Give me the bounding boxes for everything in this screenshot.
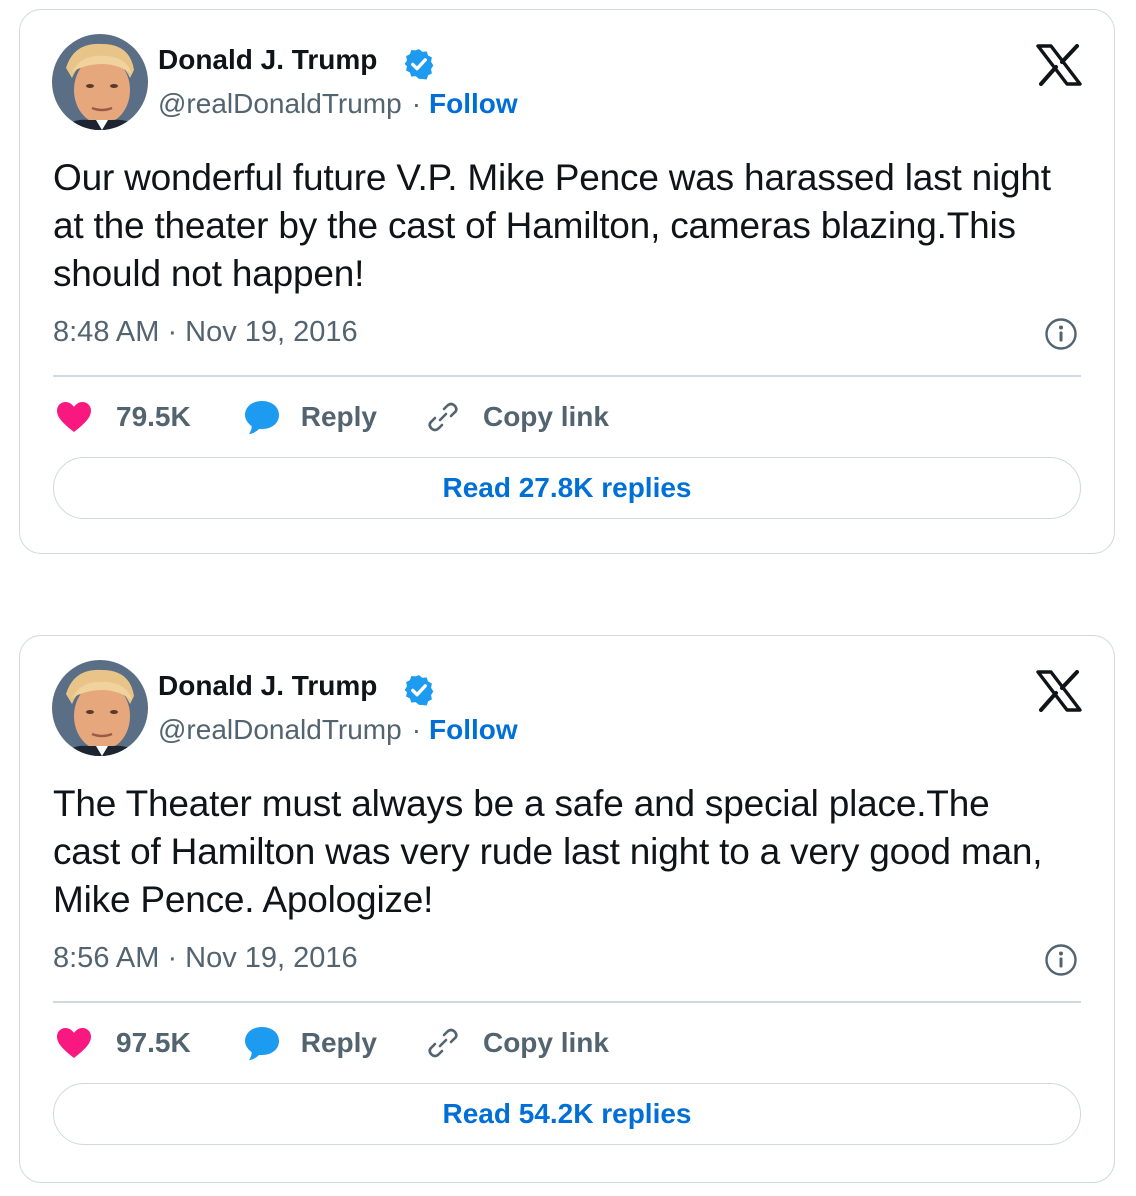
handle-row: @realDonaldTrump · Follow	[158, 88, 518, 120]
link-icon	[428, 1028, 458, 1058]
info-icon[interactable]	[1044, 317, 1078, 351]
action-bar: 79.5K Reply Copy link	[56, 394, 609, 440]
tweet-timestamp[interactable]: 8:48 AM · Nov 19, 2016	[53, 316, 358, 349]
tweet-card: Donald J. Trump @realDonaldTrump · Follow …	[19, 9, 1115, 554]
info-icon[interactable]	[1044, 943, 1078, 977]
tweet-timestamp[interactable]: 8:56 AM · Nov 19, 2016	[53, 942, 358, 975]
handle-row: @realDonaldTrump · Follow	[158, 714, 518, 746]
heart-icon	[57, 402, 91, 432]
author-handle[interactable]: @realDonaldTrump	[158, 88, 402, 119]
speech-bubble-icon	[244, 401, 279, 434]
tweet-text: The Theater must always be a safe and sp…	[53, 783, 1043, 920]
verified-badge-icon	[404, 49, 434, 80]
x-logo-icon[interactable]	[1036, 44, 1082, 86]
reply-button[interactable]: Reply	[243, 399, 377, 435]
separator-dot: ·	[411, 88, 422, 119]
like-count: 79.5K	[116, 401, 191, 432]
author-name[interactable]: Donald J. Trump	[158, 44, 377, 76]
like-button[interactable]: 97.5K	[56, 1027, 191, 1059]
copy-link-button[interactable]: Copy link	[425, 399, 609, 435]
tweet-text: Our wonderful future V.P. Mike Pence was…	[53, 157, 1051, 294]
avatar[interactable]	[52, 34, 148, 130]
divider	[53, 375, 1081, 377]
divider	[53, 1001, 1081, 1003]
reply-label: Reply	[300, 401, 377, 432]
action-bar: 97.5K Reply Copy link	[56, 1020, 609, 1066]
follow-link[interactable]: Follow	[429, 88, 518, 119]
author-name[interactable]: Donald J. Trump	[158, 670, 377, 702]
x-logo-icon[interactable]	[1036, 670, 1082, 712]
read-replies-button[interactable]: Read 54.2K replies	[53, 1083, 1081, 1145]
heart-icon	[57, 1028, 91, 1058]
tweet-card: Donald J. Trump @realDonaldTrump · Follow …	[19, 635, 1115, 1183]
copy-link-label: Copy link	[482, 1027, 609, 1058]
speech-bubble-icon	[244, 1027, 279, 1060]
copy-link-button[interactable]: Copy link	[425, 1025, 609, 1061]
like-count: 97.5K	[116, 1027, 191, 1058]
verified-badge-icon	[404, 675, 434, 706]
reply-button[interactable]: Reply	[243, 1025, 377, 1061]
author-handle[interactable]: @realDonaldTrump	[158, 714, 402, 745]
like-button[interactable]: 79.5K	[56, 401, 191, 433]
separator-dot: ·	[411, 714, 422, 745]
link-icon	[428, 402, 458, 432]
read-replies-button[interactable]: Read 27.8K replies	[53, 457, 1081, 519]
follow-link[interactable]: Follow	[429, 714, 518, 745]
reply-label: Reply	[300, 1027, 377, 1058]
copy-link-label: Copy link	[482, 401, 609, 432]
avatar[interactable]	[52, 660, 148, 756]
